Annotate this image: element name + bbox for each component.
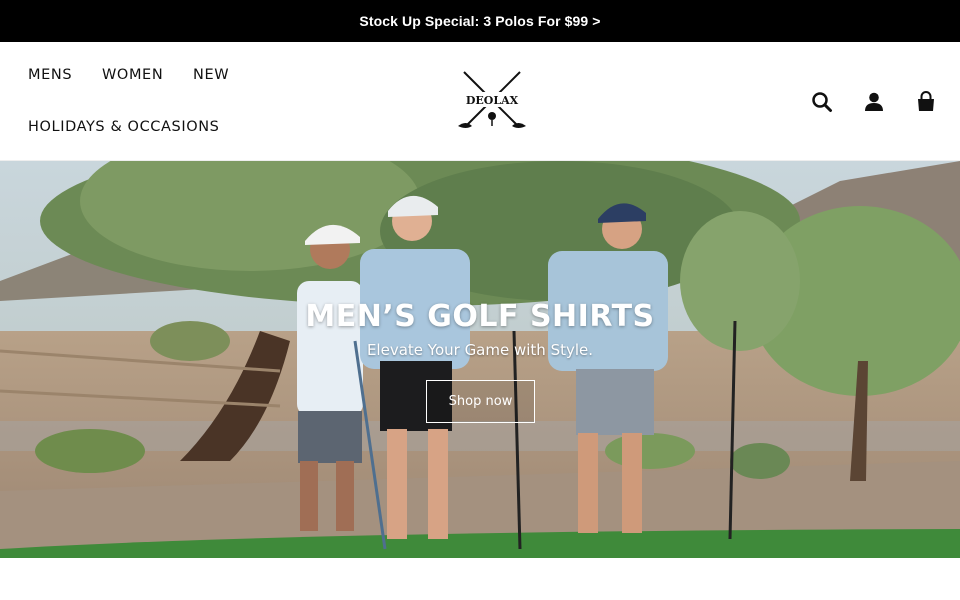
logo-text: DEOLAX: [466, 94, 519, 107]
hero-banner: MEN’S GOLF SHIRTS Elevate Your Game with…: [0, 161, 960, 558]
cart-icon[interactable]: [915, 91, 937, 113]
logo[interactable]: DEOLAX: [456, 70, 528, 132]
announcement-link[interactable]: Stock Up Special: 3 Polos For $99 >: [359, 13, 600, 29]
search-icon[interactable]: [811, 91, 833, 113]
nav-mens[interactable]: MENS: [28, 67, 72, 83]
site-header: MENS WOMEN NEW HOLIDAYS & OCCASIONS DEOL…: [0, 42, 960, 161]
announcement-bar: Stock Up Special: 3 Polos For $99 >: [0, 0, 960, 42]
account-icon[interactable]: [863, 91, 885, 113]
hero-image: [0, 161, 960, 558]
nav-holidays-occasions[interactable]: HOLIDAYS & OCCASIONS: [28, 119, 220, 135]
hero-title: MEN’S GOLF SHIRTS: [305, 299, 655, 334]
nav-new[interactable]: NEW: [193, 67, 229, 83]
shop-now-button[interactable]: Shop now: [426, 380, 535, 423]
hero-subtitle: Elevate Your Game with Style.: [366, 341, 594, 359]
content-area: [0, 558, 960, 600]
nav-women[interactable]: WOMEN: [102, 67, 163, 83]
